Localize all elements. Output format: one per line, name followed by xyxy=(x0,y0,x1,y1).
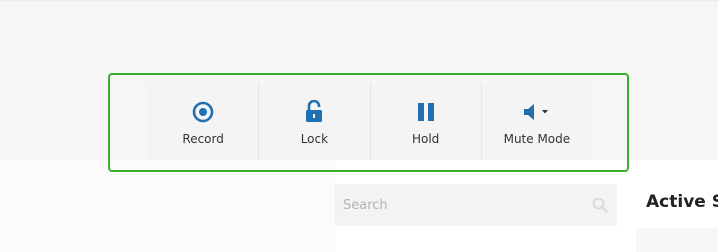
unlock-icon xyxy=(304,100,324,124)
search-box xyxy=(335,184,617,226)
record-icon xyxy=(192,100,214,124)
lock-button[interactable]: Lock xyxy=(259,82,371,160)
call-toolbar: Record Lock Hold Mute Mode xyxy=(148,82,592,160)
mute-mode-button[interactable]: Mute Mode xyxy=(481,82,592,160)
speaker-icon xyxy=(523,104,548,120)
active-panel-body xyxy=(636,228,718,252)
mute-mode-icon xyxy=(522,100,552,124)
hold-button[interactable]: Hold xyxy=(370,82,482,160)
caret-down-icon xyxy=(541,110,548,114)
active-panel-heading: Active S xyxy=(646,192,718,212)
record-button[interactable]: Record xyxy=(148,82,260,160)
hold-label: Hold xyxy=(411,132,440,146)
search-input[interactable] xyxy=(343,197,591,213)
mute-mode-label: Mute Mode xyxy=(503,132,571,146)
pause-icon xyxy=(416,100,436,124)
call-controls-screen: Record Lock Hold Mute Mode Search Active… xyxy=(0,0,718,252)
lock-label: Lock xyxy=(300,132,329,146)
content-left-strip xyxy=(0,160,335,252)
search-icon[interactable] xyxy=(591,196,609,214)
record-label: Record xyxy=(182,132,224,146)
